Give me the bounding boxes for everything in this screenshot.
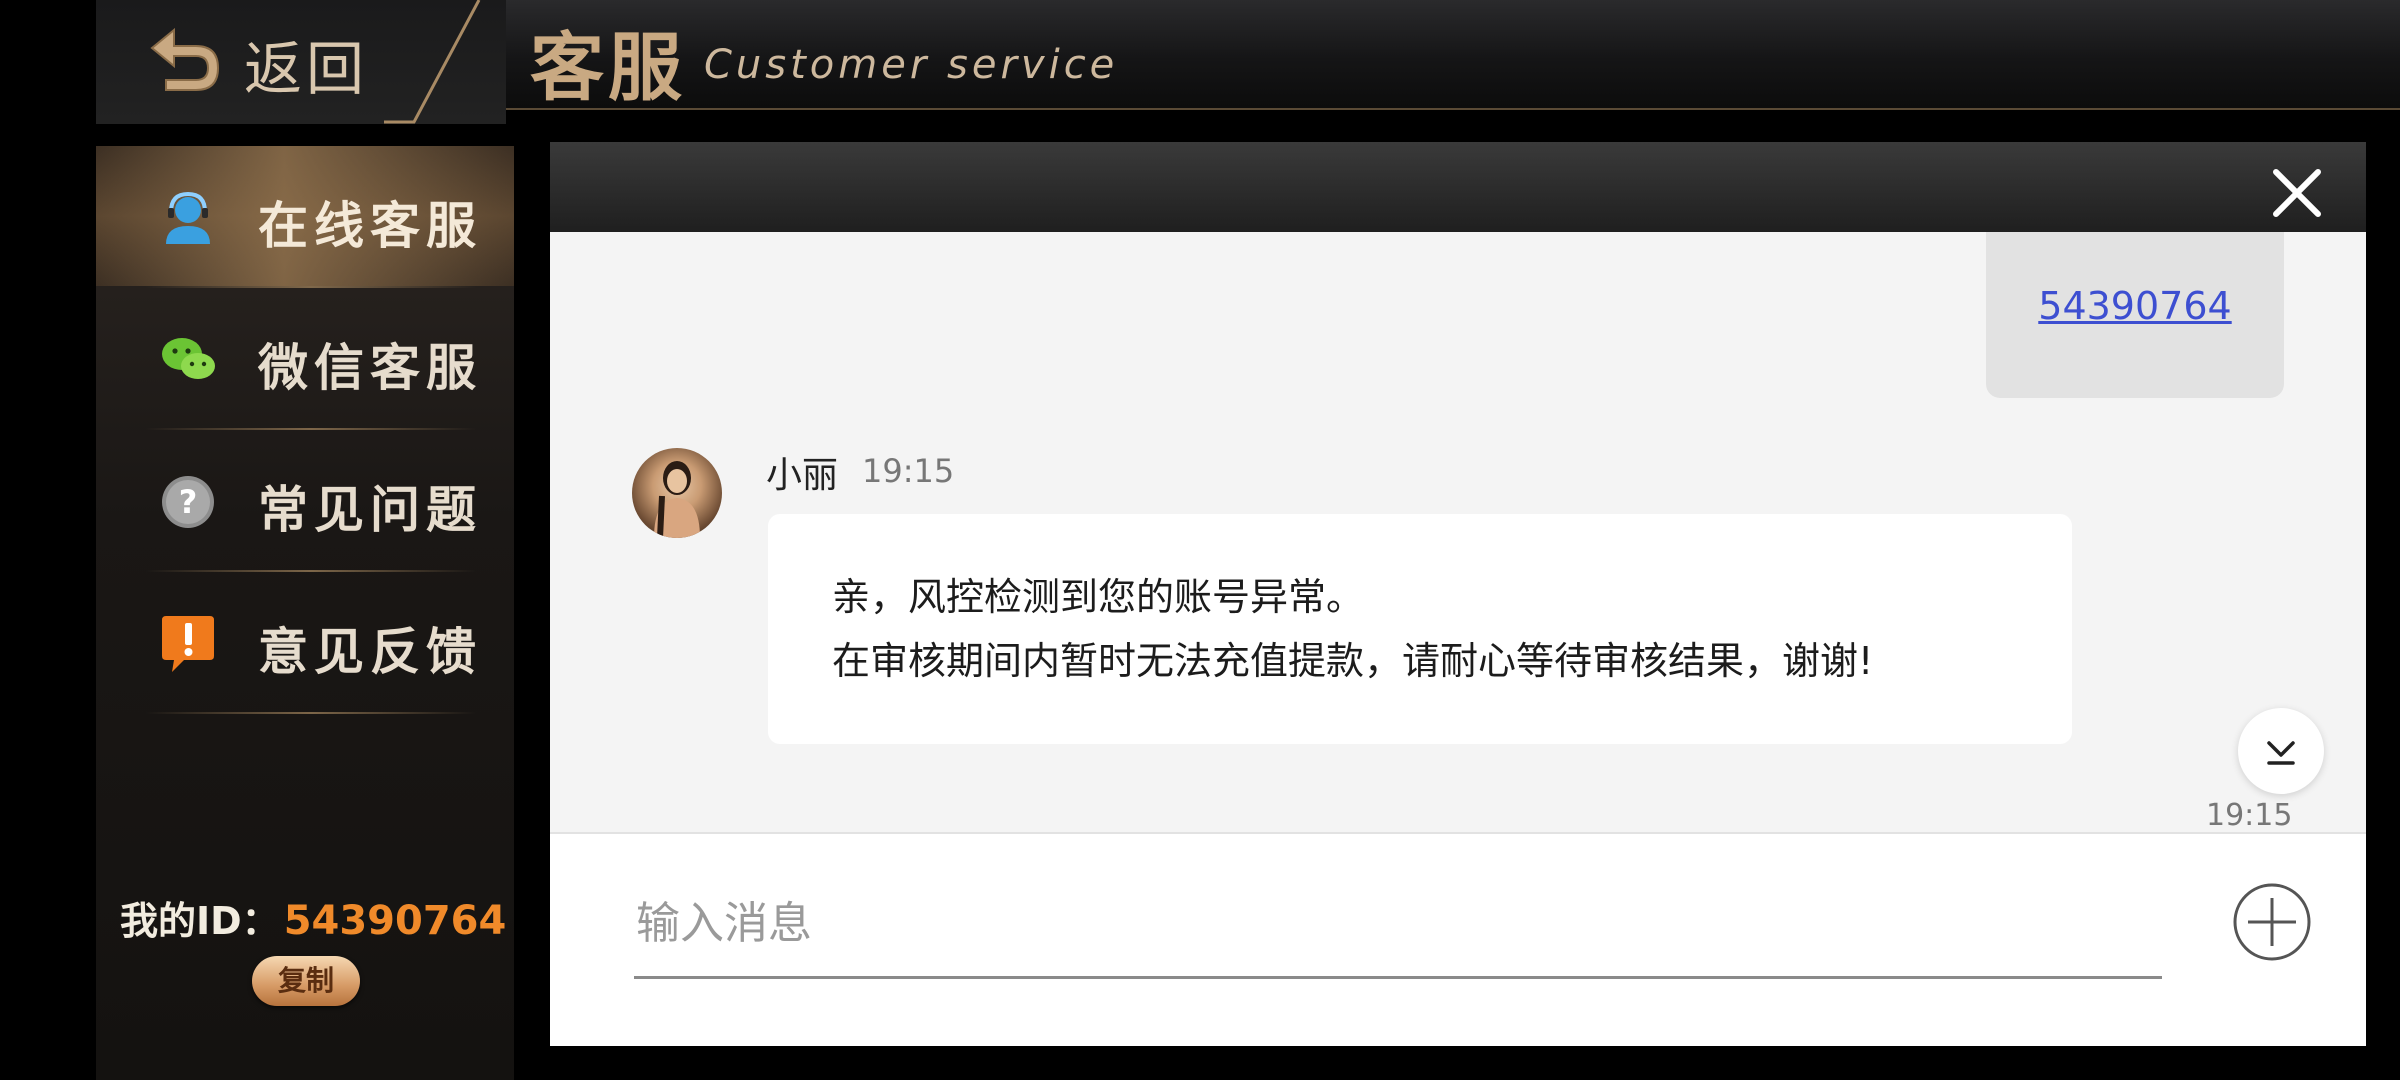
avatar-image — [654, 461, 700, 538]
received-message-line: 亲，风控检测到您的账号异常。 — [832, 575, 1365, 619]
sent-message-link[interactable]: 54390764 — [1986, 284, 2284, 328]
back-label: 返回 — [244, 35, 369, 103]
chat-window: 54390764 小丽 19:15 亲，风控检测到您的账号异常。 在审核期间内暂… — [550, 142, 2366, 1046]
sidebar-item-feedback[interactable]: 意见反馈 — [96, 572, 514, 712]
wechat-icon — [162, 338, 215, 379]
question-icon: ? — [162, 476, 214, 528]
received-message-line: 在审核期间内暂时无法充值提款，请耐心等待审核结果，谢谢! — [832, 639, 1874, 683]
agent-message-time: 19:15 — [862, 452, 955, 490]
divider — [146, 712, 476, 714]
sidebar-item-label: 微信客服 — [258, 339, 482, 397]
sidebar: 在线客服 微信客服 ? 常见问题 意见反馈 我的ID： 54390764 复制 — [96, 146, 514, 1080]
sidebar-item-faq[interactable]: ? 常见问题 — [96, 430, 514, 570]
agent-avatar — [632, 448, 722, 538]
sidebar-item-online-service[interactable]: 在线客服 — [96, 146, 514, 286]
headset-agent-icon — [166, 191, 210, 244]
agent-name: 小丽 — [766, 455, 839, 496]
my-id: 我的ID： 54390764 — [120, 890, 506, 945]
message-input[interactable] — [634, 870, 2162, 979]
scroll-to-bottom-button[interactable] — [2238, 708, 2324, 794]
svg-text:?: ? — [179, 483, 198, 521]
sidebar-item-label: 意见反馈 — [258, 623, 482, 681]
sidebar-item-wechat-service[interactable]: 微信客服 — [96, 288, 514, 428]
page-title: 客服 — [530, 25, 686, 111]
my-id-value: 54390764 — [283, 898, 507, 944]
copy-id-button[interactable]: 复制 — [252, 956, 360, 1006]
sidebar-item-label: 在线客服 — [258, 197, 482, 255]
page-subtitle: Customer service — [704, 42, 1119, 88]
sent-message-bubble: 54390764 — [1986, 232, 2284, 398]
sidebar-item-label: 常见问题 — [258, 481, 482, 539]
message-input-area — [550, 832, 2366, 1046]
chevron-down-icon — [2267, 741, 2295, 765]
my-id-label: 我的ID： — [120, 899, 280, 943]
message-timestamp: 19:15 — [2206, 798, 2293, 832]
header-divider — [384, 0, 481, 124]
received-message-bubble: 亲，风控检测到您的账号异常。 在审核期间内暂时无法充值提款，请耐心等待审核结果，… — [768, 514, 2072, 744]
chat-messages[interactable]: 54390764 小丽 19:15 亲，风控检测到您的账号异常。 在审核期间内暂… — [550, 232, 2366, 832]
feedback-exclamation-icon — [162, 616, 214, 672]
back-arrow-icon — [150, 27, 220, 91]
close-icon[interactable] — [2270, 166, 2324, 220]
chat-header — [550, 142, 2366, 232]
add-attachment-button[interactable] — [2232, 882, 2312, 962]
